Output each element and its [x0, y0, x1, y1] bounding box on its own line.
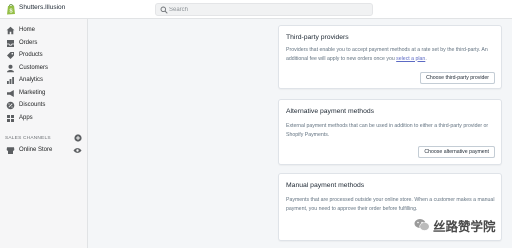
- wechat-icon: [414, 219, 430, 231]
- apps-icon: [7, 114, 14, 122]
- search-bar[interactable]: [155, 3, 373, 16]
- store-name[interactable]: Shutters.Illusion: [19, 4, 65, 11]
- sidebar-item-label: Online Store: [19, 147, 53, 153]
- sidebar-item-marketing[interactable]: Marketing: [0, 88, 88, 99]
- card-description: Providers that enable you to accept paym…: [286, 47, 488, 62]
- sidebar-item-label: Analytics: [19, 77, 44, 83]
- sidebar-item-label: Customers: [19, 64, 49, 71]
- view-online-store-icon[interactable]: [73, 147, 82, 154]
- sidebar-item-discounts[interactable]: Discounts: [0, 100, 88, 111]
- search-input[interactable]: [169, 5, 369, 15]
- sidebar-item-customers[interactable]: Customers: [0, 63, 88, 74]
- marketing-icon: [7, 89, 14, 97]
- card-title: Manual payment methods: [286, 182, 365, 189]
- sidebar-item-apps[interactable]: Apps: [0, 113, 88, 124]
- customers-icon: [7, 64, 14, 72]
- choose-alternative-payment-button[interactable]: Choose alternative payment: [418, 146, 495, 158]
- discounts-icon: [6, 101, 15, 110]
- sidebar: Home Orders Products Customers Analytics: [0, 19, 88, 248]
- orders-icon: [7, 39, 14, 47]
- card-description: Payments that are processed outside your…: [286, 197, 495, 212]
- card-description: External payment methods that can be use…: [286, 123, 489, 138]
- sales-channels-heading: SALES CHANNELS: [5, 136, 51, 141]
- top-bar: S Shutters.Illusion: [0, 0, 512, 19]
- add-sales-channel-icon[interactable]: [74, 134, 82, 142]
- watermark-text: 丝路赞学院: [433, 219, 496, 234]
- sidebar-item-label: Discounts: [19, 102, 46, 108]
- shopify-logo-icon[interactable]: S: [6, 3, 16, 15]
- card-title: Third-party providers: [286, 34, 349, 41]
- card-title: Alternative payment methods: [286, 108, 375, 115]
- third-party-providers-card: Third-party providers Providers that ena…: [278, 25, 502, 89]
- alternative-payment-methods-card: Alternative payment methods External pay…: [278, 99, 502, 165]
- sidebar-item-orders[interactable]: Orders: [0, 38, 88, 49]
- search-icon: [160, 6, 168, 14]
- sidebar-item-analytics[interactable]: Analytics: [0, 75, 88, 86]
- watermark: 丝路赞学院: [411, 214, 511, 240]
- sidebar-item-label: Marketing: [19, 89, 46, 96]
- sidebar-item-label: Apps: [19, 114, 33, 121]
- sidebar-item-label: Home: [19, 27, 36, 33]
- choose-third-party-provider-button[interactable]: Choose third-party provider: [420, 72, 495, 84]
- sidebar-item-products[interactable]: Products: [0, 50, 88, 61]
- products-icon: [7, 52, 14, 59]
- analytics-icon: [7, 77, 14, 84]
- home-icon: [6, 26, 15, 35]
- sidebar-item-label: Orders: [19, 39, 38, 46]
- sidebar-item-label: Products: [19, 52, 43, 58]
- online-store-icon: [6, 147, 15, 154]
- select-plan-link[interactable]: select a plan: [396, 56, 425, 62]
- sidebar-item-home[interactable]: Home: [0, 25, 88, 36]
